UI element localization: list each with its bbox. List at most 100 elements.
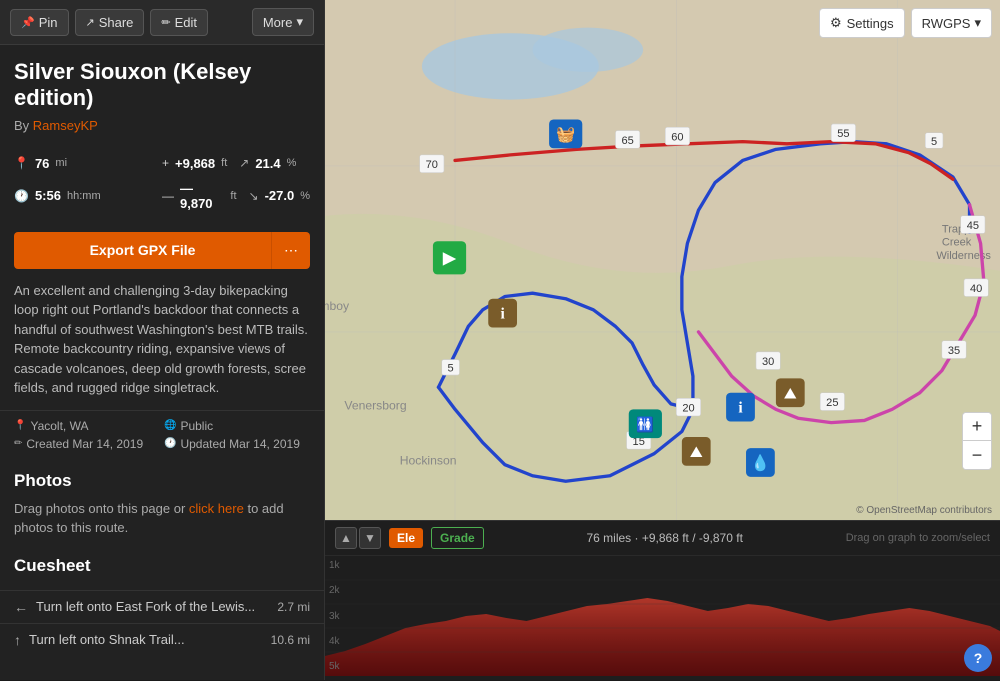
pin-label: Pin: [39, 15, 58, 30]
cue-text-2: Turn left onto Shnak Trail...: [29, 632, 263, 647]
y-label-1k: 1k: [329, 560, 340, 571]
svg-text:i: i: [738, 400, 743, 417]
elevation-tab[interactable]: Ele: [389, 528, 423, 548]
distance-unit: mi: [55, 157, 67, 169]
svg-text:40: 40: [970, 283, 982, 295]
loss-stat: — —9,870 ft ↘ -27.0 %: [162, 178, 310, 214]
location-value: Yacolt, WA: [30, 419, 88, 433]
ele-nav-down[interactable]: ▼: [359, 527, 381, 549]
export-menu-button[interactable]: ⋯: [271, 232, 310, 269]
drag-hint: Drag on graph to zoom/select: [846, 532, 990, 544]
gain-pct: 21.4: [255, 156, 280, 171]
svg-text:65: 65: [622, 135, 634, 147]
svg-text:5: 5: [931, 136, 937, 148]
elevation-chart[interactable]: 5k 4k 3k 2k 1k: [325, 556, 1000, 676]
svg-text:▶: ▶: [443, 247, 457, 267]
route-author: By RamseyKP: [14, 118, 310, 133]
ele-nav: ▲ ▼: [335, 527, 381, 549]
settings-button[interactable]: ⚙ Settings: [819, 8, 905, 38]
clock-meta-icon: 🕐: [164, 438, 176, 449]
ele-nav-up[interactable]: ▲: [335, 527, 357, 549]
svg-text:35: 35: [948, 345, 960, 357]
svg-text:45: 45: [967, 220, 979, 232]
location-meta: 📍 Yacolt, WA: [14, 419, 160, 433]
export-row: Export GPX File ⋯: [0, 224, 324, 277]
pin-icon: 📌: [21, 16, 35, 29]
grade-tab[interactable]: Grade: [431, 527, 484, 549]
svg-text:25: 25: [826, 397, 838, 409]
cue-text-1: Turn left onto East Fork of the Lewis...: [36, 599, 269, 614]
photos-section: Photos Drag photos onto this page or cli…: [0, 459, 324, 544]
chevron-down-icon: ▾: [296, 14, 303, 30]
svg-text:60: 60: [671, 132, 683, 144]
svg-text:30: 30: [762, 356, 774, 368]
visibility-meta: 🌐 Public: [164, 419, 310, 433]
pin-button[interactable]: 📌 Pin: [10, 9, 69, 36]
y-label-4k: 4k: [329, 636, 340, 647]
edit-label: Edit: [175, 15, 197, 30]
cue-arrow-2: ↑: [14, 632, 21, 648]
cue-item-1: ← Turn left onto East Fork of the Lewis.…: [0, 590, 324, 623]
cue-dist-2: 10.6 mi: [271, 633, 310, 647]
ellipsis-icon: ⋯: [284, 242, 298, 258]
loss-value: —9,870: [180, 181, 224, 211]
help-button[interactable]: ?: [964, 644, 992, 672]
more-label: More: [263, 15, 293, 30]
created-value: Created Mar 14, 2019: [26, 437, 143, 451]
location-icon: 📍: [14, 420, 26, 431]
svg-text:20: 20: [682, 403, 694, 415]
map-attribution: © OpenStreetMap contributors: [856, 505, 992, 516]
y-label-5k: 5k: [329, 661, 340, 672]
share-button[interactable]: ↗ Share: [75, 9, 145, 36]
cuesheet-title: Cuesheet: [14, 556, 310, 576]
click-here-link[interactable]: click here: [189, 501, 244, 516]
export-gpx-button[interactable]: Export GPX File: [14, 232, 271, 269]
svg-text:i: i: [500, 306, 505, 323]
time-unit: hh:mm: [67, 190, 101, 202]
gain-pct-unit: %: [287, 157, 297, 169]
gain-pct-arrow: ↗: [239, 156, 249, 170]
svg-text:🚻: 🚻: [636, 415, 654, 433]
svg-text:70: 70: [426, 159, 438, 171]
route-title: Silver Siouxon (Kelsey edition): [14, 59, 310, 112]
svg-text:5: 5: [448, 363, 454, 375]
pencil-icon: ✏: [14, 438, 22, 449]
svg-text:55: 55: [837, 128, 849, 140]
svg-text:⛰: ⛰: [690, 444, 703, 461]
share-icon: ↗: [86, 16, 95, 29]
svg-text:🧺: 🧺: [556, 126, 575, 143]
zoom-in-button[interactable]: +: [963, 413, 991, 441]
created-meta: ✏ Created Mar 14, 2019: [14, 437, 160, 451]
edit-icon: ✏: [161, 16, 170, 29]
loss-icon: —: [162, 189, 174, 203]
author-prefix: By: [14, 118, 29, 133]
more-button[interactable]: More ▾: [252, 8, 314, 36]
svg-text:💧: 💧: [751, 453, 770, 472]
toolbar: 📌 Pin ↗ Share ✏ Edit More ▾: [0, 0, 324, 45]
gain-unit: ft: [221, 157, 227, 169]
edit-button[interactable]: ✏ Edit: [150, 9, 208, 36]
left-panel: 📌 Pin ↗ Share ✏ Edit More ▾ Silver Sioux…: [0, 0, 325, 680]
stats-grid: 📍 76 mi + +9,868 ft ↗ 21.4 % 🕐 5:56 hh:m…: [0, 143, 324, 224]
gain-icon: +: [162, 156, 169, 170]
route-description: An excellent and challenging 3-day bikep…: [0, 277, 324, 410]
map-zoom-controls: + −: [962, 412, 992, 470]
time-value: 5:56: [35, 188, 61, 203]
time-stat: 🕐 5:56 hh:mm: [14, 178, 162, 214]
loss-pct: -27.0: [265, 188, 295, 203]
rwgps-button[interactable]: RWGPS ▾: [911, 8, 992, 38]
right-panel: Hockinson Amboy Venersborg Trapper Creek…: [325, 0, 1000, 680]
distance-icon: 📍: [14, 156, 29, 170]
cue-arrow-1: ←: [14, 599, 28, 615]
settings-label: Settings: [847, 16, 894, 31]
zoom-out-button[interactable]: −: [963, 441, 991, 469]
elevation-stats: 76 miles · +9,868 ft / -9,870 ft: [586, 531, 742, 545]
updated-value: Updated Mar 14, 2019: [180, 437, 299, 451]
y-label-2k: 2k: [329, 585, 340, 596]
y-label-3k: 3k: [329, 611, 340, 622]
author-link[interactable]: RamseyKP: [33, 118, 98, 133]
map-container[interactable]: Hockinson Amboy Venersborg Trapper Creek…: [325, 0, 1000, 520]
updated-meta: 🕐 Updated Mar 14, 2019: [164, 437, 310, 451]
photos-title: Photos: [14, 471, 310, 491]
distance-value: 76: [35, 156, 49, 171]
